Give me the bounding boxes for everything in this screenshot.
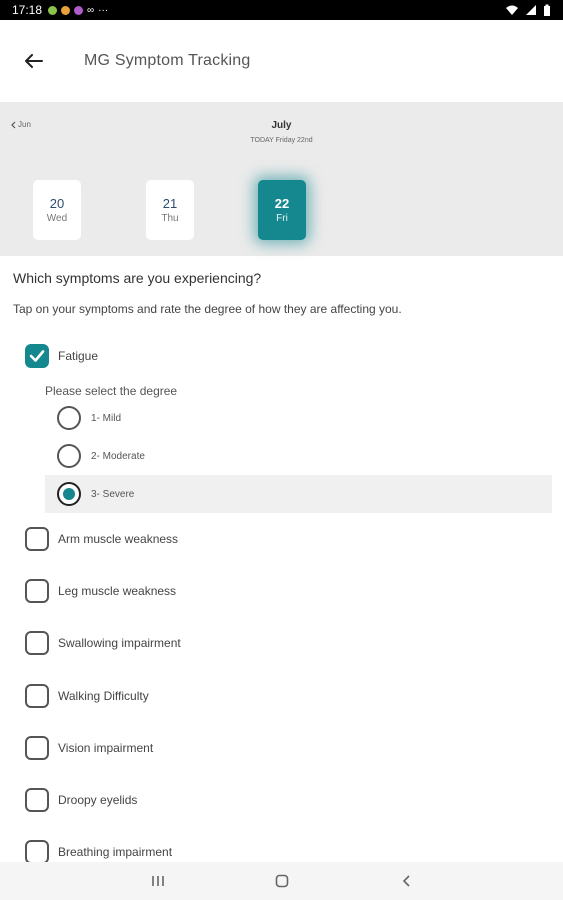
system-back-button[interactable]: [396, 871, 416, 891]
calendar-month: July: [271, 120, 292, 131]
symptom-label-fatigue: Fatigue: [58, 349, 99, 363]
radio-moderate[interactable]: [57, 444, 81, 468]
signal-icon: [526, 5, 536, 15]
home-icon: [275, 874, 289, 888]
calendar-today-label: TODAY Friday 22nd: [250, 137, 313, 144]
app-bar: MG Symptom Tracking: [0, 20, 563, 102]
degree-option-mild[interactable]: 1- Mild: [45, 399, 552, 437]
back-button[interactable]: [22, 49, 46, 73]
degree-option-severe[interactable]: 3- Severe: [45, 475, 552, 513]
app-notification-icon: [74, 5, 84, 15]
checkmark-icon: [29, 350, 45, 362]
wifi-icon: [506, 5, 518, 15]
day-weekday: Thu: [161, 213, 179, 224]
degree-option-label: 2- Moderate: [91, 450, 145, 462]
symptom-label-vision-impairment: Vision impairment: [58, 741, 154, 755]
recent-apps-button[interactable]: [148, 871, 168, 891]
radio-severe-selected[interactable]: [57, 482, 81, 506]
symptom-label-droopy-eyelids: Droopy eyelids: [58, 793, 138, 807]
symptom-label-walking-difficulty: Walking Difficulty: [58, 689, 149, 703]
day-card-20[interactable]: 20 Wed: [33, 180, 81, 240]
radio-dot: [63, 488, 75, 500]
symptoms-question: Which symptoms are you experiencing?: [13, 270, 262, 286]
symptoms-instruction: Tap on your symptoms and rate the degree…: [13, 302, 402, 316]
symptom-label-breathing-impairment: Breathing impairment: [58, 845, 173, 859]
symptom-label-swallowing-impairment: Swallowing impairment: [58, 636, 181, 650]
calendar-strip: Jun July TODAY Friday 22nd 20 Wed 21 Thu…: [0, 102, 563, 256]
system-navigation-bar: [0, 862, 563, 900]
checkbox-leg-muscle-weakness[interactable]: [25, 579, 49, 603]
symptom-label-arm-muscle-weakness: Arm muscle weakness: [58, 532, 179, 546]
degree-option-label: 1- Mild: [91, 412, 122, 424]
degree-option-label: 3- Severe: [91, 488, 135, 500]
home-button[interactable]: [272, 871, 292, 891]
day-number: 20: [49, 196, 65, 211]
checkbox-droopy-eyelids[interactable]: [25, 788, 49, 812]
infinity-icon: ∞: [87, 4, 95, 16]
notification-icons: ∞ ···: [48, 5, 108, 16]
checkbox-walking-difficulty[interactable]: [25, 684, 49, 708]
day-card-22-selected[interactable]: 22 Fri: [258, 180, 306, 240]
day-number: 21: [162, 196, 178, 211]
arrow-left-icon: [25, 54, 43, 68]
status-bar: 17:18 ∞ ···: [0, 0, 563, 20]
degree-option-moderate[interactable]: 2- Moderate: [45, 437, 552, 475]
recent-apps-icon: [152, 876, 164, 886]
day-card-21[interactable]: 21 Thu: [146, 180, 194, 240]
battery-icon: [544, 4, 550, 16]
chrome-icon: [61, 5, 71, 15]
degree-prompt: Please select the degree: [45, 384, 178, 398]
day-number: 22: [274, 196, 290, 211]
chevron-left-icon: [402, 875, 410, 887]
more-notifications-icon: ···: [98, 4, 109, 16]
checkbox-swallowing-impairment[interactable]: [25, 631, 49, 655]
checkbox-arm-muscle-weakness[interactable]: [25, 527, 49, 551]
page-title: MG Symptom Tracking: [84, 52, 251, 69]
day-weekday: Wed: [46, 213, 68, 224]
checkbox-breathing-impairment[interactable]: [25, 840, 49, 864]
checkbox-vision-impairment[interactable]: [25, 736, 49, 760]
checkbox-fatigue[interactable]: [25, 344, 49, 368]
day-weekday: Fri: [276, 213, 288, 224]
status-time: 17:18: [12, 3, 43, 17]
symptom-label-leg-muscle-weakness: Leg muscle weakness: [58, 584, 177, 598]
android-icon: [48, 5, 58, 15]
radio-mild[interactable]: [57, 406, 81, 430]
